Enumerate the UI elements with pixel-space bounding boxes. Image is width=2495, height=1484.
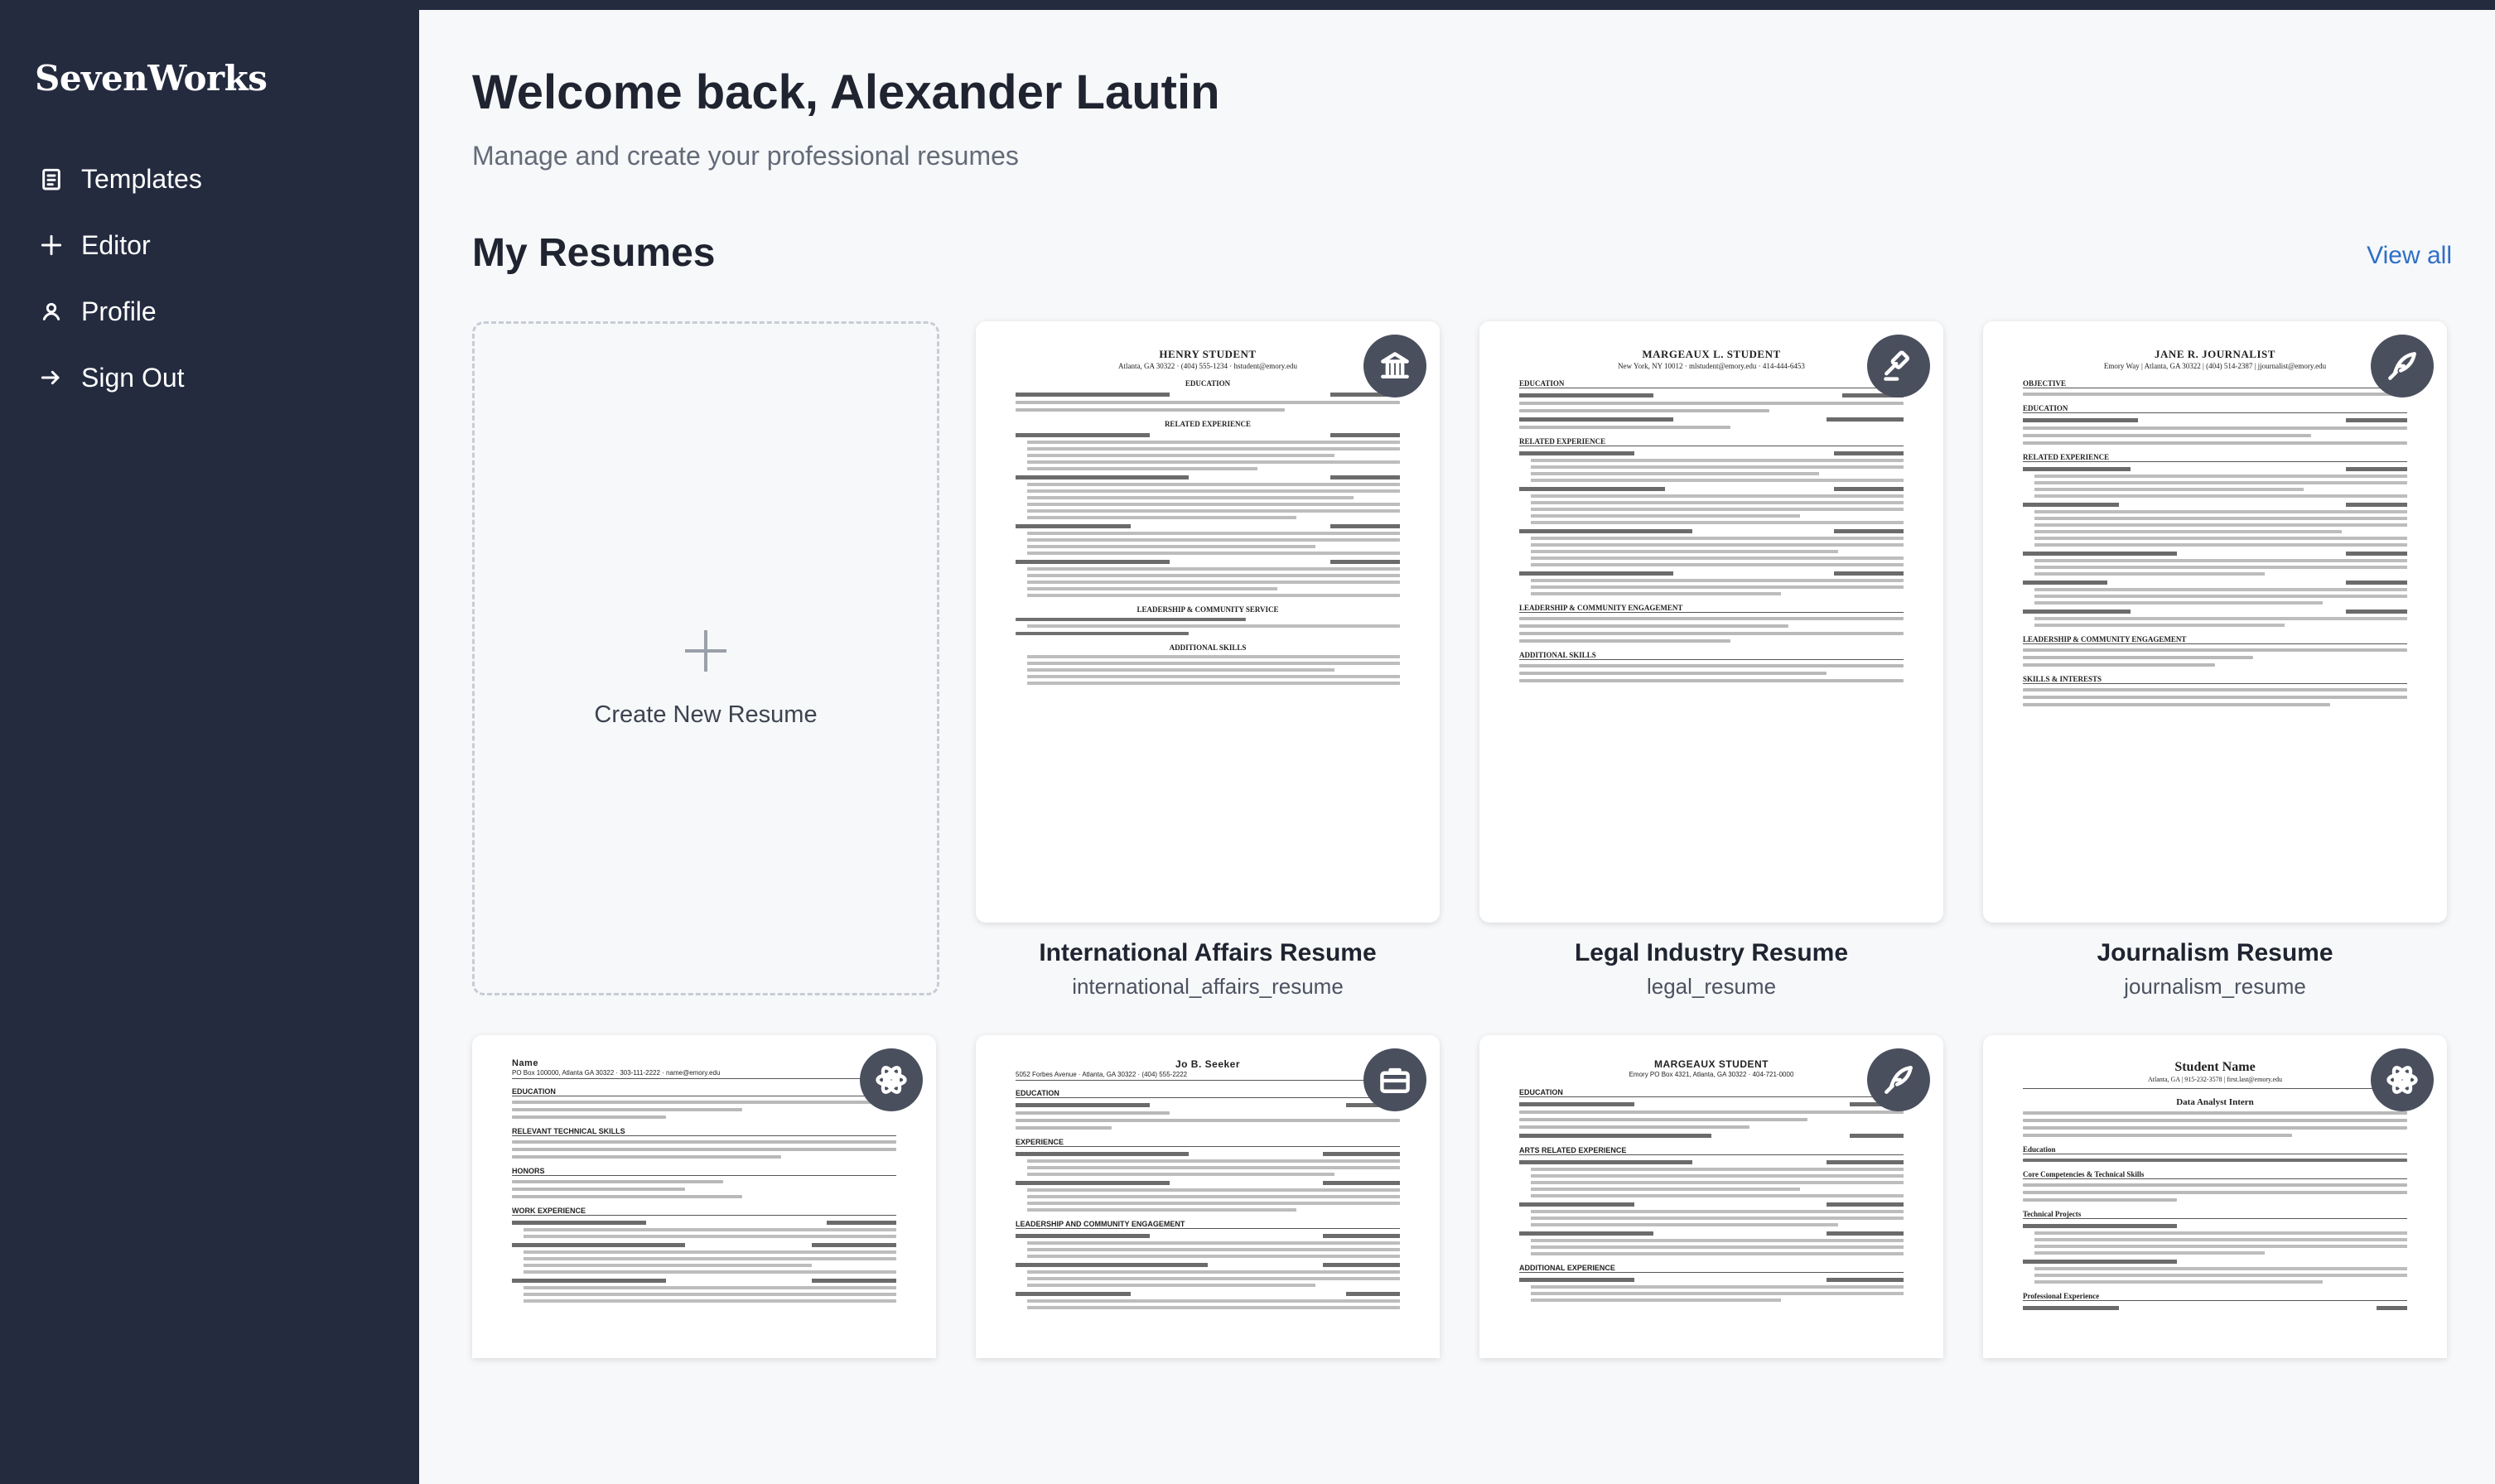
preview-name: Student Name: [2174, 1060, 2256, 1074]
preview-name: JANE R. JOURNALIST: [2155, 348, 2275, 360]
preview-section-heading: Professional Experience: [2023, 1292, 2407, 1301]
preview-section-heading: EDUCATION: [2023, 404, 2407, 413]
preview-contact: Atlanta, GA 30322 · (404) 555-1234 · hst…: [1118, 362, 1297, 370]
preview-section-heading: SKILLS & INTERESTS: [2023, 675, 2407, 684]
preview-name: Name: [512, 1058, 538, 1068]
resume-card[interactable]: MARGEAUX L. STUDENT New York, NY 10012 ·…: [1479, 321, 1943, 1000]
preview-section-heading: LEADERSHIP & COMMUNITY ENGAGEMENT: [2023, 635, 2407, 644]
preview-contact: Emory Way | Atlanta, GA 30322 | (404) 51…: [2103, 362, 2327, 370]
page-subtitle: Manage and create your professional resu…: [472, 141, 1019, 171]
nav-item-profile[interactable]: Profile: [35, 278, 391, 344]
preview-name: MARGEAUX L. STUDENT: [1642, 348, 1781, 360]
preview-section-heading: ADDITIONAL EXPERIENCE: [1519, 1264, 1904, 1273]
user-icon: [35, 295, 68, 328]
preview-section-heading: Core Competencies & Technical Skills: [2023, 1170, 2407, 1179]
clipboard-icon: [35, 162, 68, 195]
preview-section-heading: EDUCATION: [1016, 1089, 1400, 1098]
preview-section-heading: EDUCATION: [1185, 379, 1231, 388]
resume-preview-document: JANE R. JOURNALIST Emory Way | Atlanta, …: [2023, 348, 2407, 706]
preview-section-heading: ADDITIONAL SKILLS: [1519, 651, 1904, 660]
quill-pen-icon: [1867, 1048, 1930, 1111]
preview-name: HENRY STUDENT: [1159, 348, 1257, 360]
preview-section-heading: OBJECTIVE: [2023, 379, 2407, 388]
resume-preview-document: HENRY STUDENT Atlanta, GA 30322 · (404) …: [1016, 348, 1400, 685]
resume-thumbnail[interactable]: MARGEAUX L. STUDENT New York, NY 10012 ·…: [1479, 321, 1943, 923]
preview-section-heading: EDUCATION: [1519, 1088, 1904, 1097]
create-new-resume-card[interactable]: Create New Resume: [472, 321, 939, 995]
resume-filename: international_affairs_resume: [1072, 974, 1344, 999]
atom-icon: [2371, 1048, 2434, 1111]
atom-icon: [860, 1048, 923, 1111]
preview-name: MARGEAUX STUDENT: [1653, 1058, 1769, 1070]
preview-section-heading: LEADERSHIP & COMMUNITY SERVICE: [1137, 605, 1279, 614]
preview-section-heading: EXPERIENCE: [1016, 1138, 1400, 1147]
sign-out-arrow-icon: [35, 361, 68, 394]
briefcase-icon: [1363, 1048, 1426, 1111]
preview-section-heading: HONORS: [512, 1167, 896, 1176]
sidebar-nav: Templates Editor Profile Sign Out: [35, 146, 391, 411]
preview-section-heading: ADDITIONAL SKILLS: [1169, 643, 1247, 652]
resume-thumbnail[interactable]: HENRY STUDENT Atlanta, GA 30322 · (404) …: [976, 321, 1440, 923]
resume-card[interactable]: JANE R. JOURNALIST Emory Way | Atlanta, …: [1983, 321, 2447, 1000]
page-title: Welcome back, Alexander Lautin: [472, 65, 1220, 119]
preview-contact: New York, NY 10012 · mlstudent@emory.edu…: [1618, 362, 1805, 370]
resume-preview-document: Name PO Box 100000, Atlanta GA 30322 · 3…: [512, 1058, 896, 1303]
preview-section-heading: RELATED EXPERIENCE: [1519, 437, 1904, 446]
resume-title[interactable]: International Affairs Resume: [976, 939, 1440, 967]
nav-item-editor[interactable]: Editor: [35, 212, 391, 278]
resume-filename: journalism_resume: [2124, 974, 2306, 999]
preview-contact: Atlanta, GA | 915-232-3578 | first.last@…: [2023, 1075, 2407, 1089]
view-all-link[interactable]: View all: [2367, 242, 2452, 270]
nav-label: Profile: [81, 296, 157, 326]
preview-section-heading: EDUCATION: [1519, 379, 1904, 388]
resume-card[interactable]: HENRY STUDENT Atlanta, GA 30322 · (404) …: [976, 321, 1440, 1000]
main-content: Welcome back, Alexander Lautin Manage an…: [419, 10, 2495, 1484]
nav-label: Editor: [81, 229, 151, 260]
resume-card[interactable]: Name PO Box 100000, Atlanta GA 30322 · 3…: [472, 1035, 936, 1358]
resume-thumbnail[interactable]: Student Name Atlanta, GA | 915-232-3578 …: [1983, 1035, 2447, 1358]
nav-label: Sign Out: [81, 362, 185, 393]
resume-title[interactable]: Legal Industry Resume: [1479, 939, 1943, 967]
create-new-resume-label: Create New Resume: [594, 701, 818, 728]
preview-contact: PO Box 100000, Atlanta GA 30322 · 303-11…: [512, 1068, 896, 1079]
plus-icon: [685, 630, 726, 672]
brand-logo[interactable]: SevenWorks: [35, 58, 268, 99]
resume-card[interactable]: Jo B. Seeker 5052 Forbes Avenue · Atlant…: [976, 1035, 1440, 1358]
sidebar: SevenWorks Templates Editor Profile Sign…: [0, 0, 419, 1484]
preview-section-heading: Technical Projects: [2023, 1210, 2407, 1219]
resume-preview-document: MARGEAUX L. STUDENT New York, NY 10012 ·…: [1519, 348, 1904, 682]
resume-preview-document: MARGEAUX STUDENT Emory PO Box 4321, Atla…: [1519, 1058, 1904, 1302]
preview-section-heading: WORK EXPERIENCE: [512, 1207, 896, 1216]
quill-pen-icon: [2371, 335, 2434, 398]
preview-section-heading: EDUCATION: [512, 1087, 896, 1096]
resume-thumbnail[interactable]: Jo B. Seeker 5052 Forbes Avenue · Atlant…: [976, 1035, 1440, 1358]
resume-preview-document: Jo B. Seeker 5052 Forbes Avenue · Atlant…: [1016, 1058, 1400, 1309]
preview-section-heading: RELATED EXPERIENCE: [2023, 453, 2407, 462]
resume-thumbnail[interactable]: MARGEAUX STUDENT Emory PO Box 4321, Atla…: [1479, 1035, 1943, 1358]
gavel-icon: [1867, 335, 1930, 398]
preview-section-heading: Data Analyst Intern: [2176, 1097, 2254, 1107]
preview-section-heading: Education: [2023, 1145, 2407, 1154]
preview-name: Jo B. Seeker: [1175, 1058, 1241, 1070]
resume-filename: legal_resume: [1646, 974, 1777, 999]
preview-section-heading: RELEVANT TECHNICAL SKILLS: [512, 1127, 896, 1136]
resume-thumbnail[interactable]: JANE R. JOURNALIST Emory Way | Atlanta, …: [1983, 321, 2447, 923]
resume-card[interactable]: Student Name Atlanta, GA | 915-232-3578 …: [1983, 1035, 2447, 1358]
preview-section-heading: ARTS RELATED EXPERIENCE: [1519, 1146, 1904, 1155]
nav-item-templates[interactable]: Templates: [35, 146, 391, 212]
resume-title[interactable]: Journalism Resume: [1983, 939, 2447, 967]
preview-contact: Emory PO Box 4321, Atlanta, GA 30322 · 4…: [1629, 1071, 1794, 1078]
institution-building-icon: [1363, 335, 1426, 398]
preview-section-heading: LEADERSHIP & COMMUNITY ENGAGEMENT: [1519, 604, 1904, 613]
nav-item-sign-out[interactable]: Sign Out: [35, 344, 391, 411]
preview-contact: 5052 Forbes Avenue · Atlanta, GA 30322 ·…: [1016, 1070, 1400, 1081]
preview-section-heading: LEADERSHIP AND COMMUNITY ENGAGEMENT: [1016, 1220, 1400, 1229]
section-title: My Resumes: [472, 231, 716, 275]
resume-preview-document: Student Name Atlanta, GA | 915-232-3578 …: [2023, 1060, 2407, 1310]
resume-card[interactable]: MARGEAUX STUDENT Emory PO Box 4321, Atla…: [1479, 1035, 1943, 1358]
plus-icon: [35, 229, 68, 262]
preview-section-heading: RELATED EXPERIENCE: [1164, 420, 1252, 428]
nav-label: Templates: [81, 163, 202, 194]
resume-thumbnail[interactable]: Name PO Box 100000, Atlanta GA 30322 · 3…: [472, 1035, 936, 1358]
